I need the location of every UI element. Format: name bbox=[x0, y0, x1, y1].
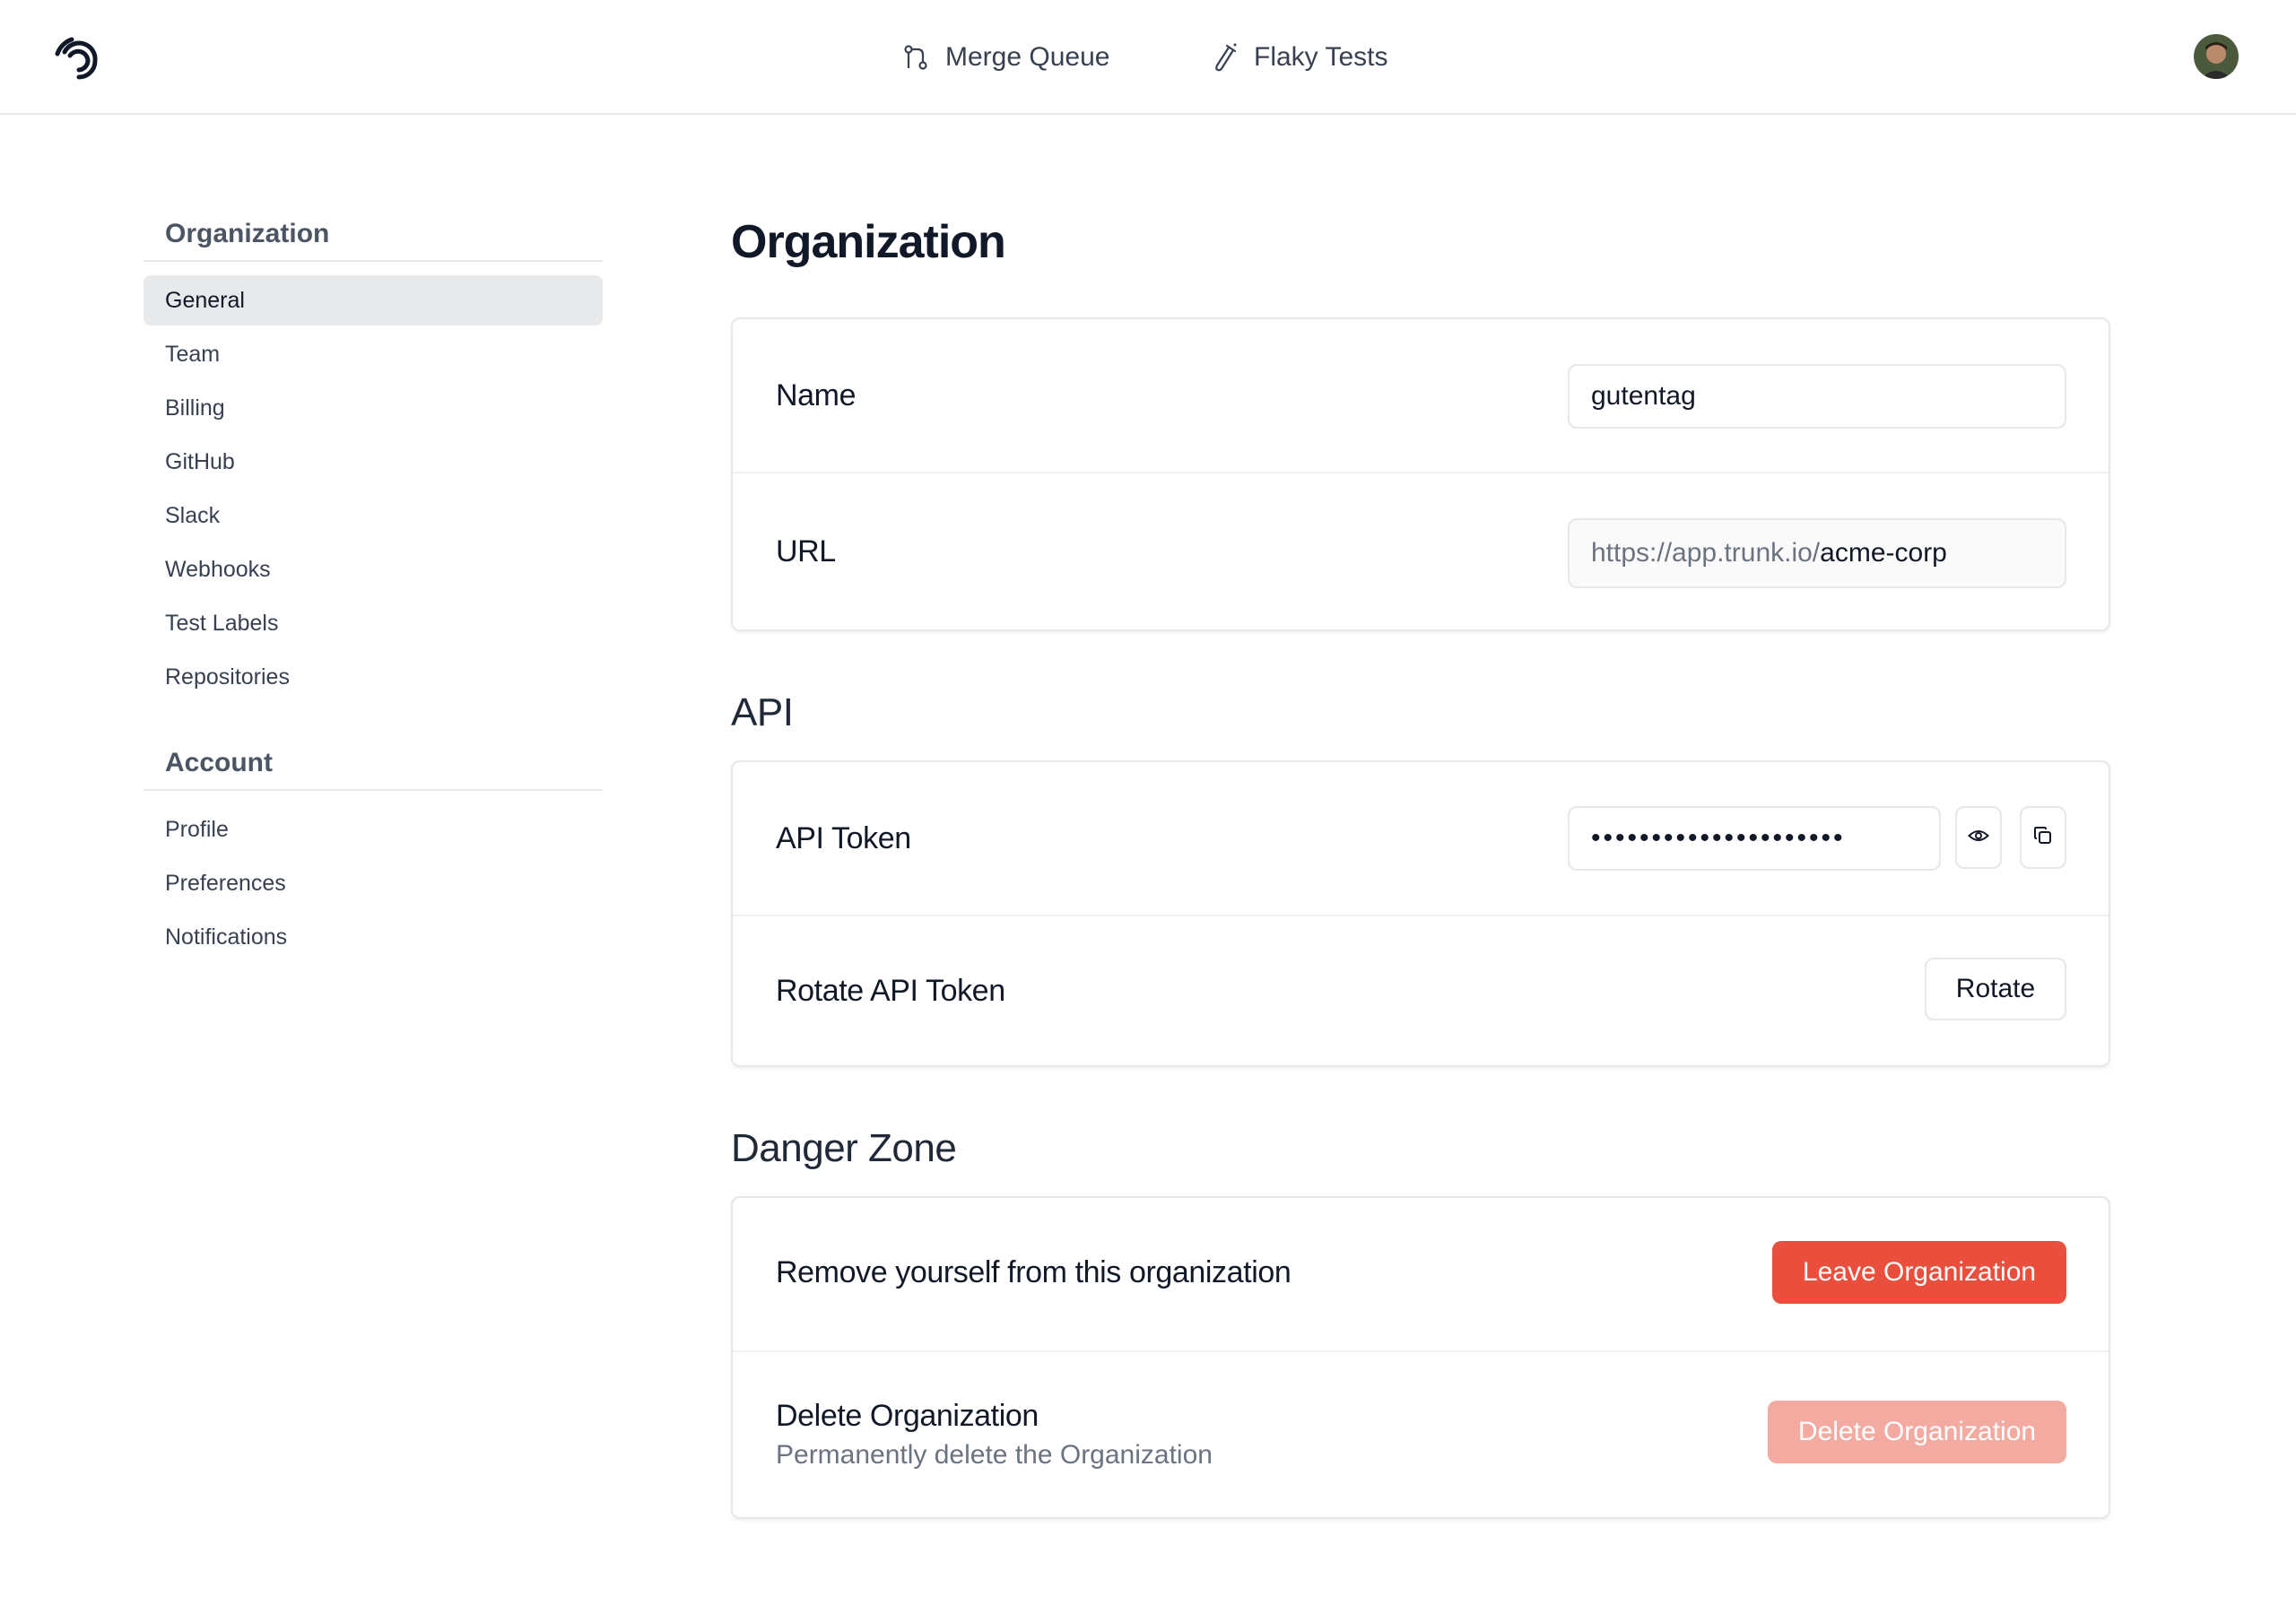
nav-merge-queue-label: Merge Queue bbox=[945, 42, 1110, 72]
eye-icon bbox=[1968, 828, 1989, 848]
copy-token-button[interactable] bbox=[2020, 806, 2066, 869]
name-row: Name gutentag bbox=[733, 319, 2109, 472]
sidebar-divider bbox=[144, 789, 603, 791]
name-input-value: gutentag bbox=[1591, 381, 1696, 411]
top-bar: Merge Queue Flaky Tests bbox=[0, 0, 2296, 115]
url-row: URL https://app.trunk.io/acme-corp bbox=[733, 473, 2109, 631]
sidebar-item-test-labels[interactable]: Test Labels bbox=[144, 598, 603, 648]
delete-organization-description: Permanently delete the Organization bbox=[776, 1440, 1213, 1470]
name-label: Name bbox=[776, 378, 857, 412]
api-token-input[interactable]: ••••••••••••••••••••• bbox=[1568, 806, 1941, 871]
sidebar-heading-organization: Organization bbox=[165, 219, 330, 248]
sidebar-item-profile[interactable]: Profile bbox=[144, 804, 603, 855]
sidebar-item-github[interactable]: GitHub bbox=[144, 437, 603, 487]
sidebar-heading-account: Account bbox=[165, 748, 273, 777]
sidebar-item-preferences[interactable]: Preferences bbox=[144, 858, 603, 908]
organization-card: Name gutentag URL https://app.trunk.io/a… bbox=[731, 317, 2110, 631]
sidebar-item-notifications[interactable]: Notifications bbox=[144, 912, 603, 962]
leave-organization-row: Remove yourself from this organization L… bbox=[733, 1198, 2109, 1350]
leave-organization-button[interactable]: Leave Organization bbox=[1772, 1241, 2066, 1304]
delete-organization-row: Delete Organization Permanently delete t… bbox=[733, 1352, 2109, 1519]
leave-organization-label: Remove yourself from this organization bbox=[776, 1255, 1292, 1289]
sidebar-divider bbox=[144, 260, 603, 262]
rotate-token-label: Rotate API Token bbox=[776, 974, 1005, 1008]
url-prefix: https://app.trunk.io/ bbox=[1591, 538, 1821, 568]
nav-merge-queue[interactable]: Merge Queue bbox=[902, 0, 1109, 115]
show-token-button[interactable] bbox=[1955, 806, 2002, 869]
delete-organization-button[interactable]: Delete Organization bbox=[1768, 1401, 2066, 1463]
sidebar-item-slack[interactable]: Slack bbox=[144, 490, 603, 541]
sidebar-item-billing[interactable]: Billing bbox=[144, 383, 603, 433]
name-input[interactable]: gutentag bbox=[1568, 364, 2066, 429]
sidebar-item-repositories[interactable]: Repositories bbox=[144, 652, 603, 702]
rotate-button[interactable]: Rotate bbox=[1925, 958, 2066, 1020]
nav-flaky-tests-label: Flaky Tests bbox=[1254, 42, 1388, 72]
page-title: Organization bbox=[731, 216, 1006, 268]
rotate-token-row: Rotate API Token Rotate bbox=[733, 916, 2109, 1067]
api-token-label: API Token bbox=[776, 821, 911, 855]
danger-zone-card: Remove yourself from this organization L… bbox=[731, 1196, 2110, 1519]
url-label: URL bbox=[776, 534, 836, 568]
api-section-heading: API bbox=[731, 690, 794, 734]
user-avatar[interactable] bbox=[2194, 34, 2239, 79]
url-slug: acme-corp bbox=[1820, 538, 1947, 568]
danger-zone-heading: Danger Zone bbox=[731, 1126, 957, 1170]
api-token-row: API Token ••••••••••••••••••••• bbox=[733, 762, 2109, 915]
delete-organization-label: Delete Organization bbox=[776, 1399, 1039, 1433]
test-tube-icon bbox=[1211, 42, 1238, 73]
git-merge-icon bbox=[902, 44, 929, 71]
api-token-masked-value: ••••••••••••••••••••• bbox=[1591, 823, 1846, 853]
sidebar-item-general[interactable]: General bbox=[144, 275, 603, 325]
copy-icon bbox=[2033, 826, 2053, 850]
url-input[interactable]: https://app.trunk.io/acme-corp bbox=[1568, 518, 2066, 588]
nav-flaky-tests[interactable]: Flaky Tests bbox=[1211, 0, 1388, 115]
api-card: API Token ••••••••••••••••••••• Rotate A… bbox=[731, 760, 2110, 1067]
sidebar-item-webhooks[interactable]: Webhooks bbox=[144, 544, 603, 594]
trunk-logo-icon[interactable] bbox=[54, 34, 104, 84]
sidebar-item-team[interactable]: Team bbox=[144, 329, 603, 379]
